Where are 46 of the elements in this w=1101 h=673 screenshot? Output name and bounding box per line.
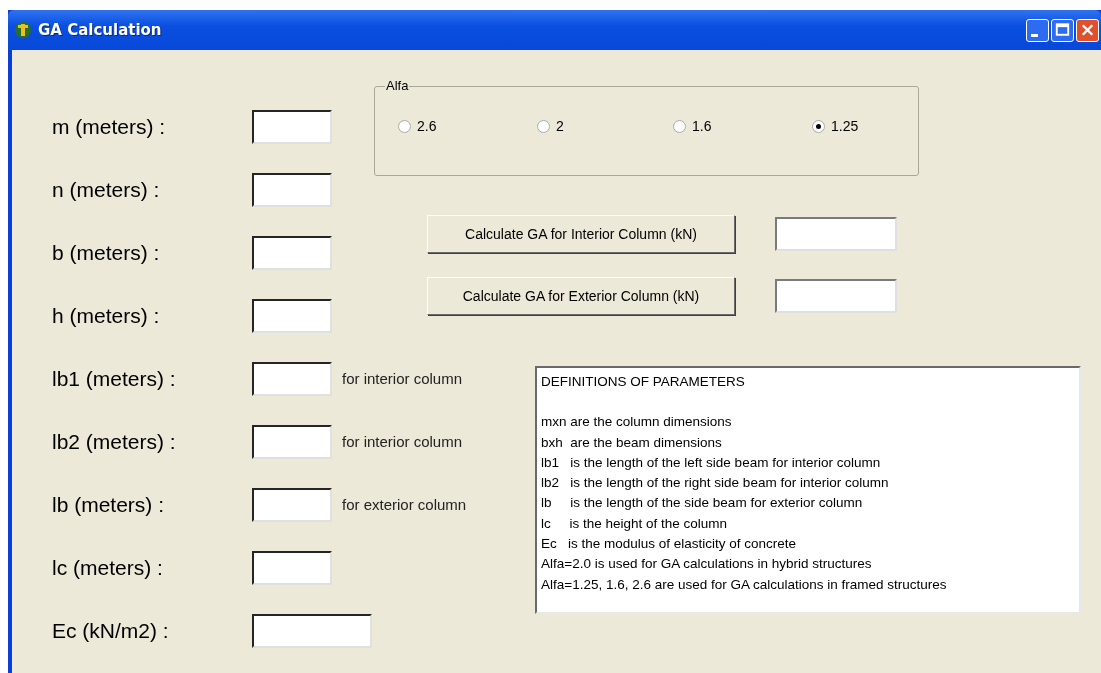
- definition-line: mxn are the column dimensions: [541, 413, 733, 432]
- definition-line: Alfa=2.0 is used for GA calculations in hybrid structures: [541, 555, 873, 574]
- close-button[interactable]: [1076, 18, 1099, 42]
- group-title: Alfa: [385, 78, 410, 93]
- field-label: b (meters) :: [52, 240, 161, 265]
- field-note: for interior column: [342, 433, 464, 450]
- minimize-button[interactable]: [1026, 18, 1049, 42]
- definition-line: lb is the length of the side beam for exterior column: [541, 494, 864, 513]
- input-field[interactable]: [252, 361, 332, 396]
- definition-line: lc is the height of the column: [541, 514, 729, 533]
- definitions-heading: DEFINITIONS OF PARAMETERS: [541, 373, 746, 391]
- radio-option[interactable]: 1.25: [812, 118, 912, 134]
- field-label: lb1 (meters) :: [52, 366, 177, 391]
- input-field[interactable]: [252, 424, 332, 459]
- definition-line: lb2 is the length of the right side beam for interior column: [541, 474, 890, 493]
- calculate-button[interactable]: Calculate GA for Interior Column (kN): [427, 215, 735, 253]
- result-field[interactable]: [775, 279, 897, 313]
- definition-line: bxh are the beam dimensions: [541, 433, 723, 452]
- input-field[interactable]: [252, 109, 332, 144]
- window-title: GA Calculation: [38, 21, 162, 39]
- input-field[interactable]: [252, 613, 372, 648]
- field-label: lb2 (meters) :: [52, 429, 177, 454]
- definition-line: Ec is the modulus of elasticity of concrete: [541, 535, 798, 554]
- field-label: m (meters) :: [52, 114, 167, 139]
- field-label: h (meters) :: [52, 303, 161, 328]
- app-icon: [14, 21, 32, 39]
- input-field[interactable]: [252, 298, 332, 333]
- minimize-icon: [1031, 34, 1038, 37]
- field-label: Ec (kN/m2) :: [52, 618, 170, 643]
- radio-option[interactable]: 2.6: [398, 118, 537, 134]
- input-field[interactable]: [252, 487, 332, 522]
- radio-option[interactable]: 2: [537, 118, 673, 134]
- maximize-button[interactable]: [1051, 18, 1074, 42]
- radio-option[interactable]: 1.6: [673, 118, 812, 134]
- result-field[interactable]: [775, 217, 897, 251]
- definition-line: lb1 is the length of the left side beam for interior column: [541, 453, 882, 472]
- field-label: lb (meters) :: [52, 492, 165, 517]
- field-note: for exterior column: [342, 496, 468, 513]
- field-label: n (meters) :: [52, 177, 161, 202]
- definition-line: Alfa=1.25, 1.6, 2.6 are used for GA calculations in framed structures: [541, 575, 948, 594]
- field-note: for interior column: [342, 370, 464, 387]
- input-field[interactable]: [252, 235, 332, 270]
- input-field[interactable]: [252, 550, 332, 585]
- calculate-button[interactable]: Calculate GA for Exterior Column (kN): [427, 277, 735, 315]
- input-field[interactable]: [252, 172, 332, 207]
- field-label: lc (meters) :: [52, 555, 164, 580]
